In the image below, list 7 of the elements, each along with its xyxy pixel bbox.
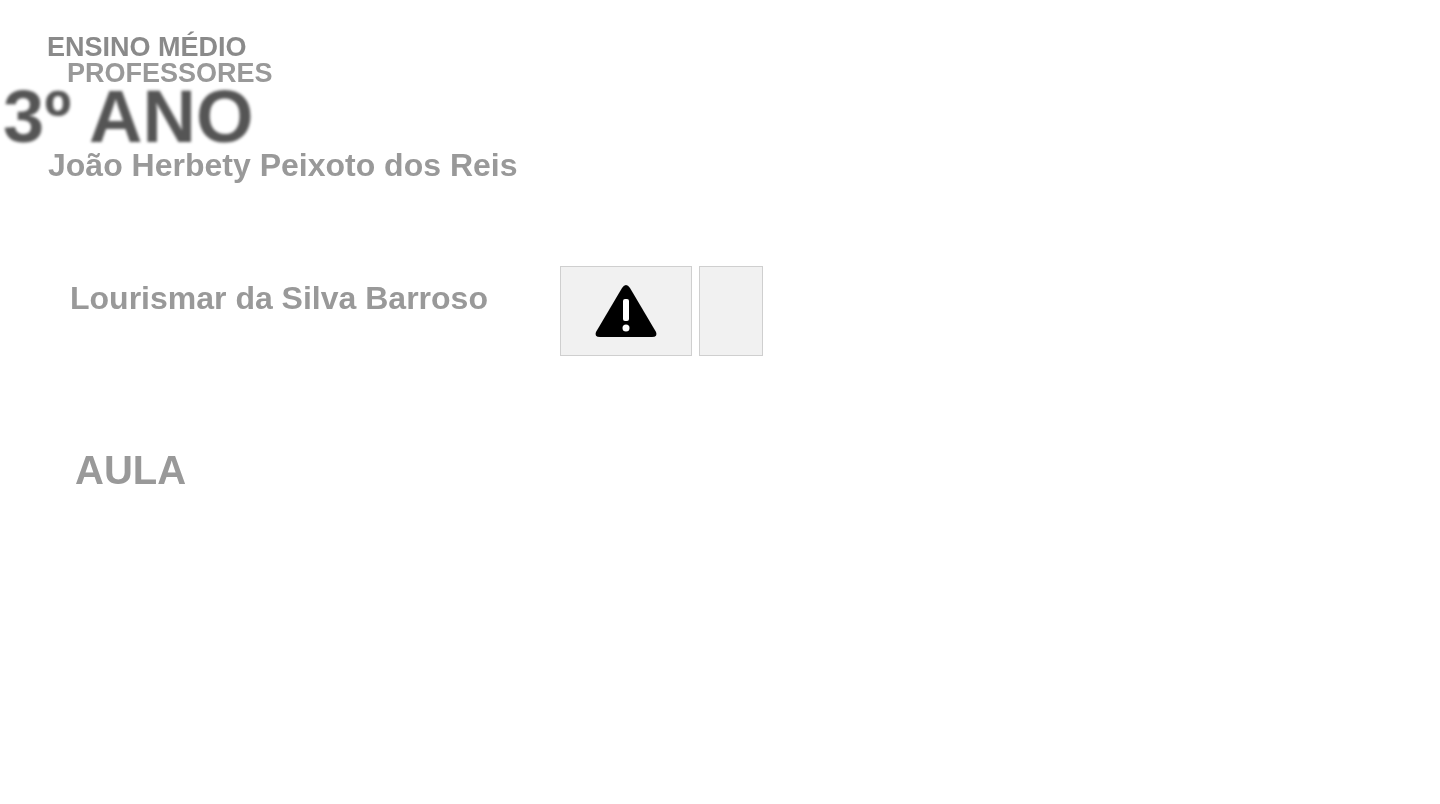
section-heading: AULA	[75, 448, 187, 493]
teacher-name: Lourismar da Silva Barroso	[70, 281, 488, 315]
grade-title: 3º ANO	[3, 86, 254, 148]
section-title: PROFESSORES	[67, 60, 273, 86]
teacher-name: João Herbety Peixoto dos Reis	[48, 148, 518, 182]
warning-icon	[593, 283, 658, 339]
warning-button[interactable]	[559, 266, 692, 356]
